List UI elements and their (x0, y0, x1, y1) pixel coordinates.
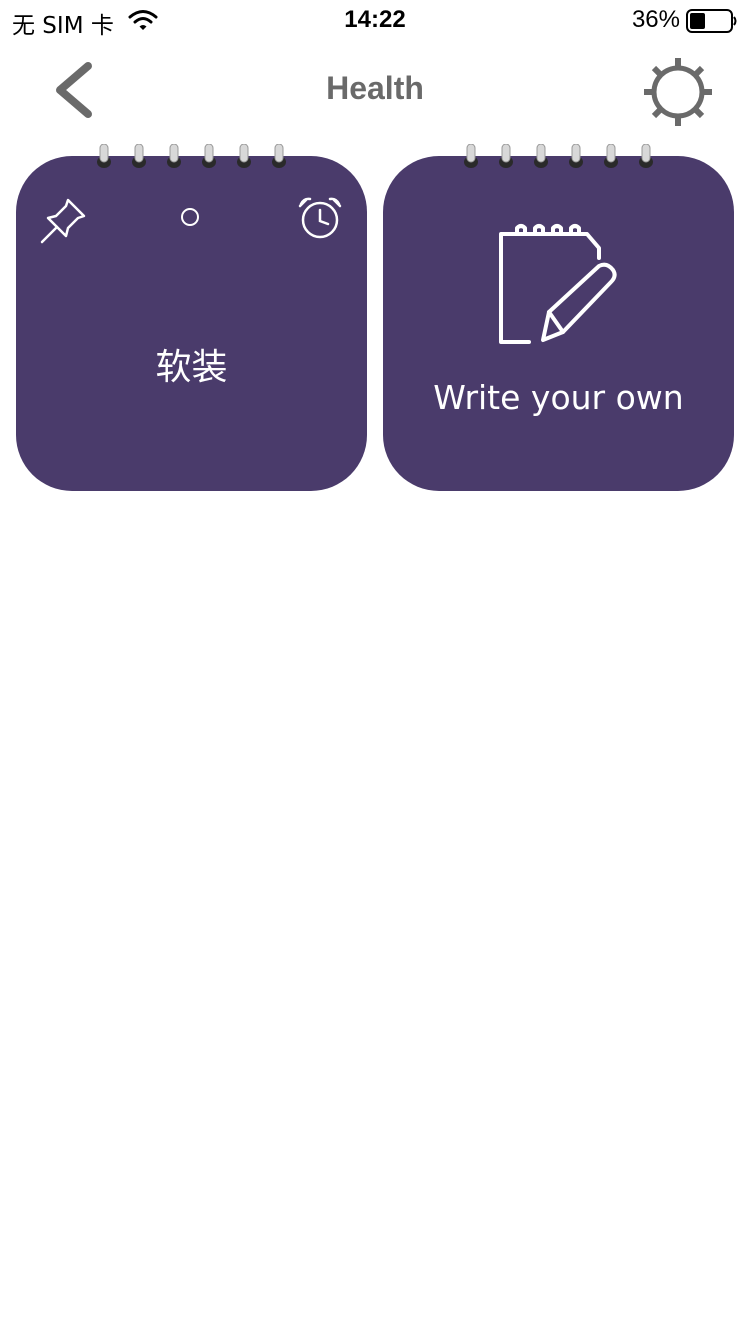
note-card[interactable]: 软装 (16, 144, 367, 491)
pin-icon[interactable] (38, 194, 90, 246)
alarm-clock-icon[interactable] (296, 194, 344, 242)
card-title: 软装 (155, 347, 228, 388)
write-your-own-label: Write your own (433, 378, 684, 417)
notepad-pencil-icon (499, 224, 617, 344)
battery-percent: 36% (631, 6, 680, 33)
spiral-rings (97, 144, 286, 168)
gear-icon[interactable] (642, 56, 714, 128)
battery-icon (686, 9, 737, 33)
page-title: Health (326, 70, 424, 106)
status-bar: 无 SIM 卡 14:22 36% (0, 0, 750, 40)
write-your-own-card[interactable]: Write your own (383, 144, 734, 491)
dot-indicator (181, 208, 199, 226)
spiral-rings (464, 144, 653, 168)
